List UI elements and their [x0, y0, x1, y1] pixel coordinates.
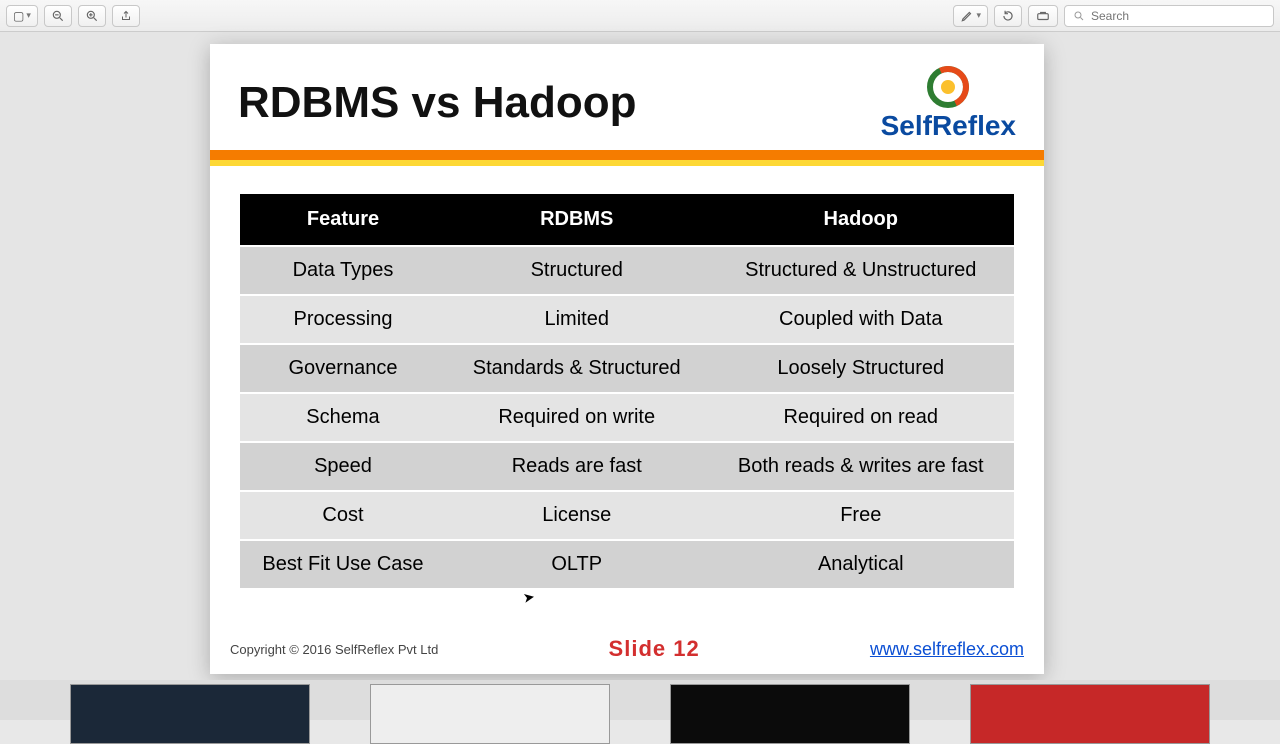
copyright-text: Copyright © 2016 SelfReflex Pvt Ltd: [230, 642, 438, 657]
table-row: SpeedReads are fastBoth reads & writes a…: [240, 443, 1014, 490]
table-row: Best Fit Use CaseOLTPAnalytical: [240, 541, 1014, 588]
table-row: SchemaRequired on writeRequired on read: [240, 394, 1014, 441]
rotate-button[interactable]: [994, 5, 1022, 27]
table-cell: Both reads & writes are fast: [708, 443, 1015, 490]
zoom-in-icon: [85, 9, 99, 23]
zoom-in-button[interactable]: [78, 5, 106, 27]
table-cell: Cost: [240, 492, 446, 539]
slide-title: RDBMS vs Hadoop: [238, 78, 636, 128]
rotate-icon: [1001, 9, 1015, 23]
markup-button[interactable]: [1028, 5, 1058, 27]
website-link[interactable]: www.selfreflex.com: [870, 639, 1024, 660]
sidebar-toggle-button[interactable]: ▢▾: [6, 5, 38, 27]
search-icon: [1073, 10, 1085, 22]
table-cell: Schema: [240, 394, 446, 441]
toolbox-icon: [1035, 9, 1051, 23]
mouse-cursor-icon: ➤: [522, 588, 537, 607]
thumbnail[interactable]: [70, 684, 310, 744]
search-input[interactable]: [1091, 9, 1265, 23]
table-cell: Data Types: [240, 247, 446, 294]
thumbnail[interactable]: [370, 684, 610, 744]
col-header: RDBMS: [446, 194, 708, 245]
table-cell: Governance: [240, 345, 446, 392]
slide: RDBMS vs Hadoop SelfReflex Feature RDBMS…: [210, 44, 1044, 674]
zoom-out-button[interactable]: [44, 5, 72, 27]
table-cell: Free: [708, 492, 1015, 539]
search-field[interactable]: [1064, 5, 1274, 27]
table-cell: License: [446, 492, 708, 539]
table-cell: Analytical: [708, 541, 1015, 588]
table-cell: Required on write: [446, 394, 708, 441]
slide-number: Slide 12: [609, 636, 700, 662]
comparison-table: Feature RDBMS Hadoop Data TypesStructure…: [240, 192, 1014, 590]
table-row: CostLicenseFree: [240, 492, 1014, 539]
table-cell: Coupled with Data: [708, 296, 1015, 343]
brand-name: SelfReflex: [881, 112, 1016, 140]
document-stage: RDBMS vs Hadoop SelfReflex Feature RDBMS…: [0, 32, 1280, 720]
logo-ring-icon: [927, 66, 969, 108]
table-row: GovernanceStandards & StructuredLoosely …: [240, 345, 1014, 392]
zoom-out-icon: [51, 9, 65, 23]
table-cell: Speed: [240, 443, 446, 490]
table-cell: Structured & Unstructured: [708, 247, 1015, 294]
share-button[interactable]: [112, 5, 140, 27]
table-row: Data TypesStructuredStructured & Unstruc…: [240, 247, 1014, 294]
col-header: Feature: [240, 194, 446, 245]
pencil-icon: [960, 9, 974, 23]
thumbnail[interactable]: [670, 684, 910, 744]
table-cell: Structured: [446, 247, 708, 294]
share-icon: [120, 9, 132, 23]
divider-bars: [210, 150, 1044, 166]
slide-footer: Copyright © 2016 SelfReflex Pvt Ltd Slid…: [210, 630, 1044, 674]
table-cell: Best Fit Use Case: [240, 541, 446, 588]
brand-logo: SelfReflex: [881, 66, 1016, 140]
comparison-table-wrap: Feature RDBMS Hadoop Data TypesStructure…: [210, 166, 1044, 630]
table-cell: Reads are fast: [446, 443, 708, 490]
slide-header: RDBMS vs Hadoop SelfReflex: [210, 44, 1044, 150]
col-header: Hadoop: [708, 194, 1015, 245]
annotate-button[interactable]: ▾: [953, 5, 988, 27]
background-thumbnails: [0, 680, 1280, 720]
table-cell: Standards & Structured: [446, 345, 708, 392]
table-cell: Loosely Structured: [708, 345, 1015, 392]
table-cell: Processing: [240, 296, 446, 343]
table-cell: OLTP: [446, 541, 708, 588]
preview-toolbar: ▢▾ ▾: [0, 0, 1280, 32]
table-cell: Limited: [446, 296, 708, 343]
thumbnail[interactable]: [970, 684, 1210, 744]
table-row: ProcessingLimitedCoupled with Data: [240, 296, 1014, 343]
table-cell: Required on read: [708, 394, 1015, 441]
